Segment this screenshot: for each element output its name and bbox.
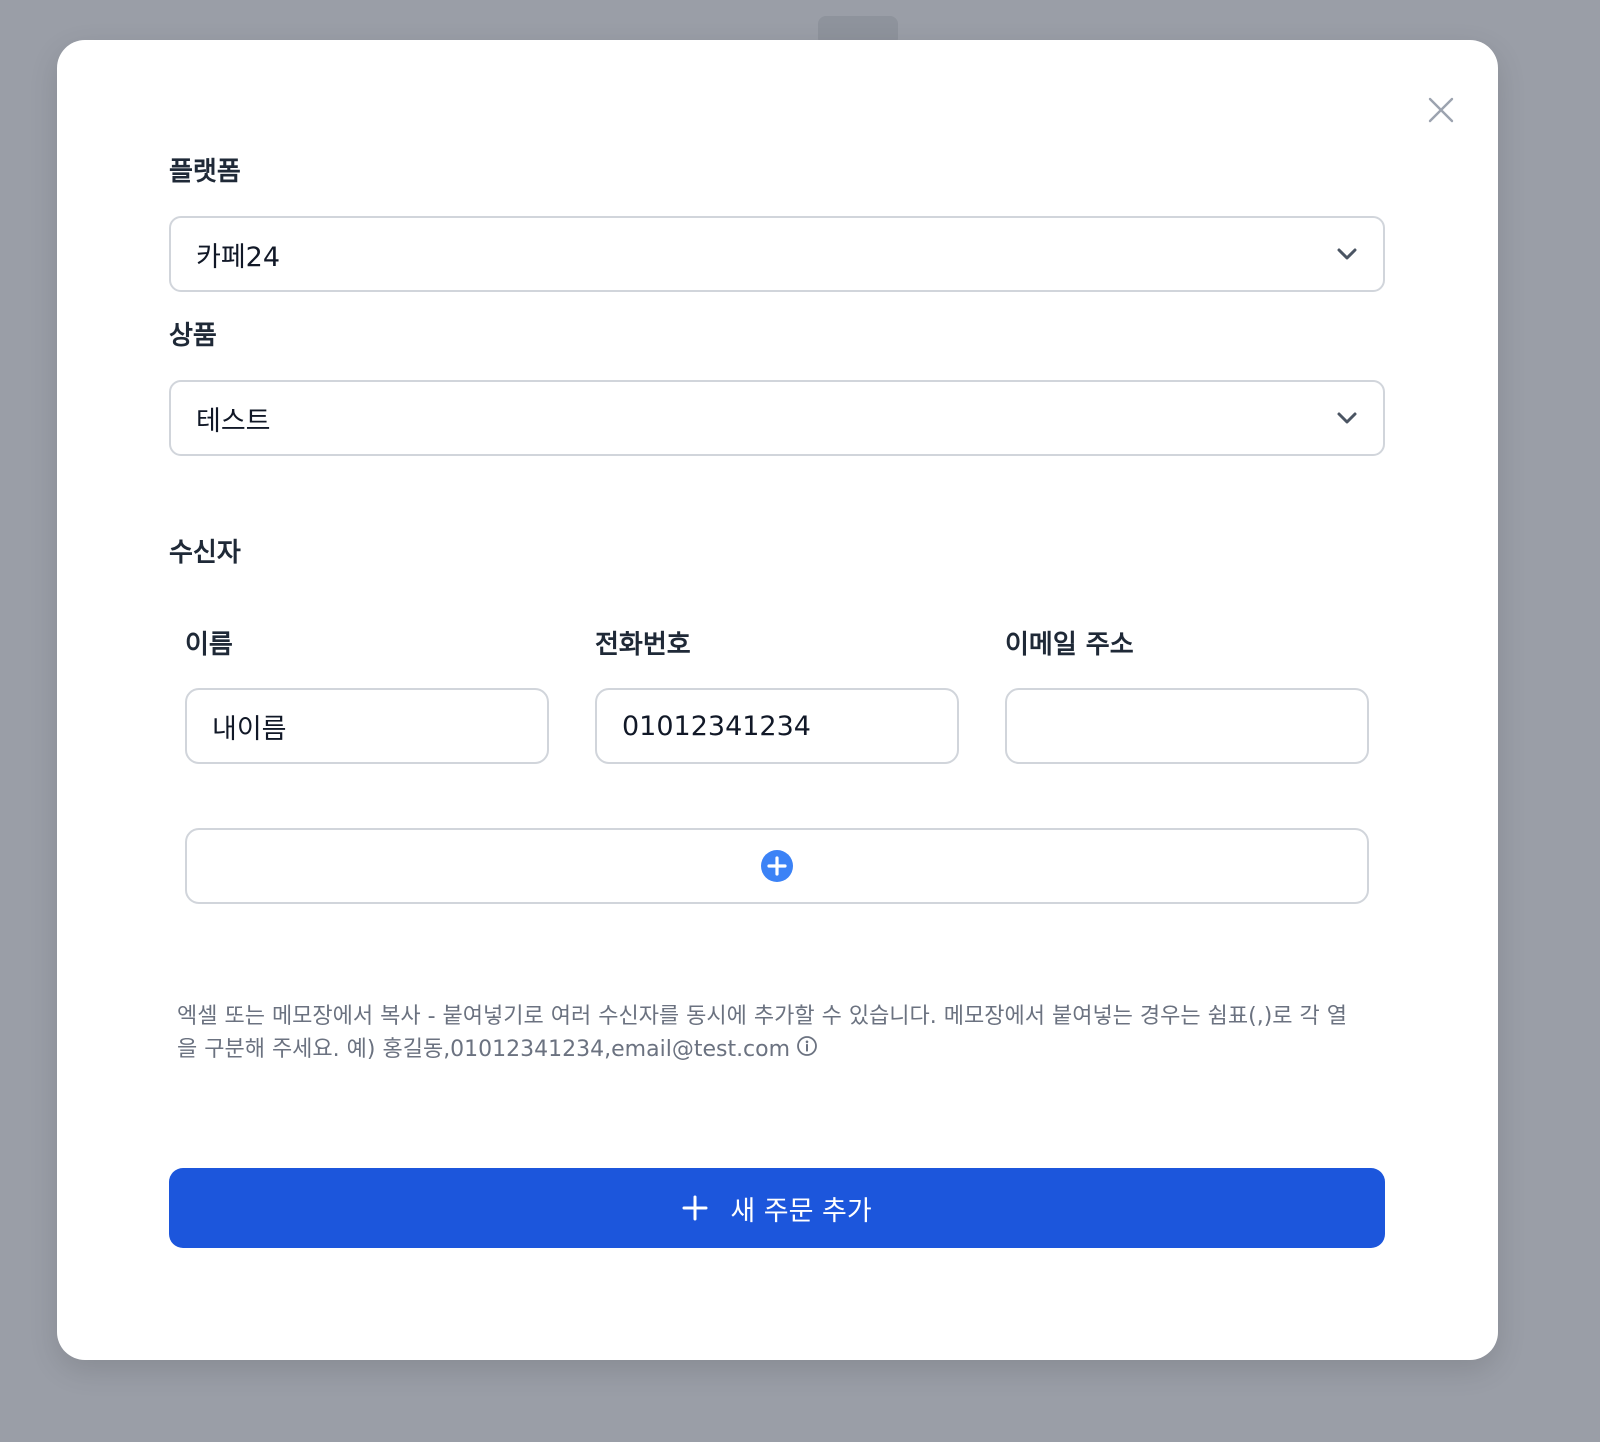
paste-help: 엑셀 또는 메모장에서 복사 - 붙여넣기로 여러 수신자를 동시에 추가할 수… [177, 1000, 1357, 1067]
platform-value: 카페24 [196, 241, 281, 273]
paste-help-text: 엑셀 또는 메모장에서 복사 - 붙여넣기로 여러 수신자를 동시에 추가할 수… [177, 1004, 1347, 1062]
product-value: 테스트 [196, 405, 271, 437]
email-column-label: 이메일 주소 [1005, 630, 1134, 660]
chevron-down-icon [1333, 240, 1361, 268]
phone-column-label: 전화번호 [595, 630, 691, 660]
info-icon[interactable] [796, 1034, 818, 1067]
platform-label: 플랫폼 [169, 157, 241, 187]
add-order-button[interactable]: 새 주문 추가 [169, 1168, 1385, 1248]
phone-input[interactable]: 01012341234 [595, 688, 959, 764]
plus-circle-icon [761, 850, 793, 882]
product-label: 상품 [169, 321, 217, 351]
close-button[interactable] [1423, 92, 1459, 128]
chevron-down-icon [1333, 404, 1361, 432]
plus-icon [682, 1195, 708, 1221]
add-recipient-button[interactable] [185, 828, 1369, 904]
name-input[interactable]: 내이름 [185, 688, 549, 764]
add-order-label: 새 주문 추가 [730, 1195, 872, 1227]
new-order-modal: 플랫폼 카페24 상품 테스트 수신자 이름 전화번호 이메일 주소 내이름 0… [57, 40, 1498, 1360]
platform-select[interactable]: 카페24 [169, 216, 1385, 292]
product-select[interactable]: 테스트 [169, 380, 1385, 456]
name-column-label: 이름 [185, 630, 233, 660]
recipients-section-title: 수신자 [169, 538, 241, 568]
close-icon [1428, 97, 1454, 123]
email-input[interactable] [1005, 688, 1369, 764]
